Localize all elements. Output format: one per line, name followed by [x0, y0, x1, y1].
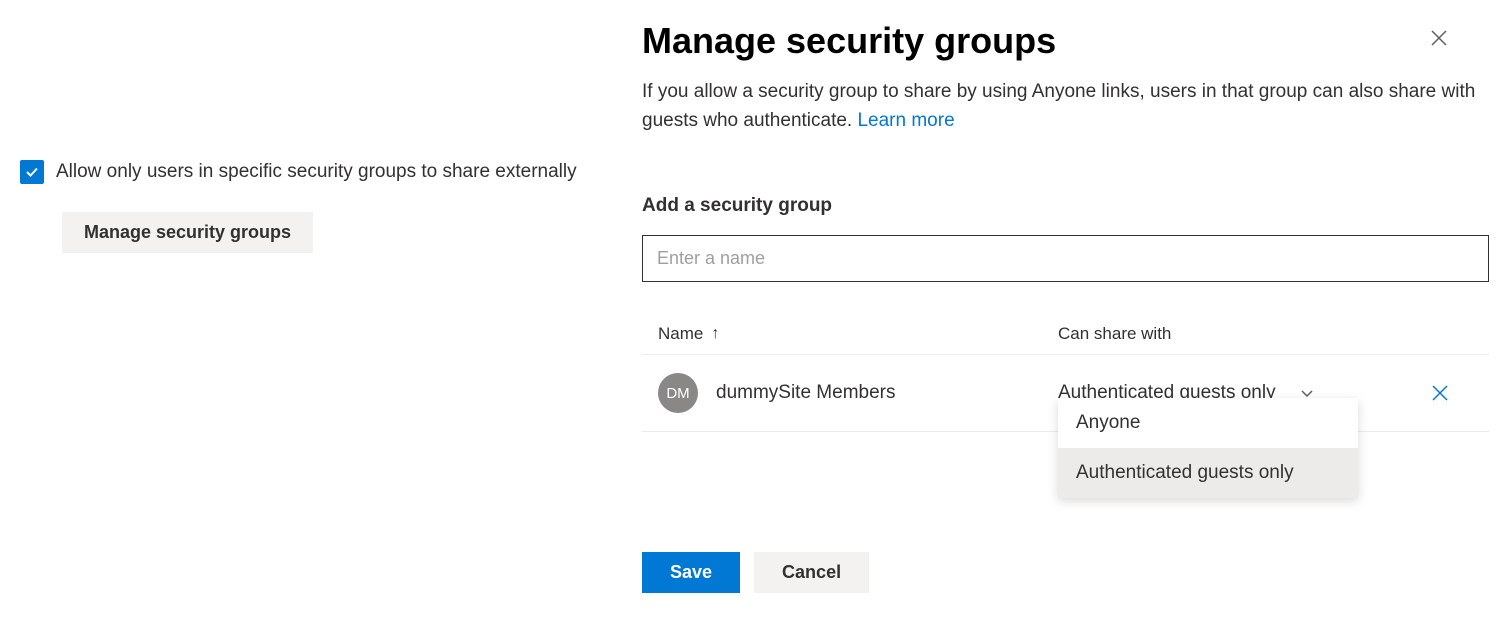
- checkmark-icon: [24, 164, 40, 180]
- dropdown-option-authenticated-guests[interactable]: Authenticated guests only: [1058, 448, 1358, 498]
- column-header-name-text: Name: [658, 324, 703, 344]
- save-button[interactable]: Save: [642, 552, 740, 593]
- sort-ascending-icon: ↑: [711, 325, 719, 343]
- allow-specific-groups-label: Allow only users in specific security gr…: [56, 161, 577, 183]
- group-name: dummySite Members: [716, 382, 1058, 404]
- panel-title: Manage security groups: [642, 20, 1056, 62]
- dropdown-option-anyone[interactable]: Anyone: [1058, 398, 1358, 448]
- cancel-button[interactable]: Cancel: [754, 552, 869, 593]
- allow-specific-groups-checkbox[interactable]: [20, 160, 44, 184]
- column-header-can-share[interactable]: Can share with: [1058, 324, 1473, 344]
- security-group-name-input[interactable]: [642, 235, 1489, 282]
- panel-description-text: If you allow a security group to share b…: [642, 81, 1475, 131]
- avatar: DM: [658, 373, 698, 413]
- panel-description: If you allow a security group to share b…: [642, 78, 1489, 135]
- dropdown-menu: Anyone Authenticated guests only: [1058, 398, 1358, 498]
- add-security-group-label: Add a security group: [642, 195, 1489, 217]
- table-row: DM dummySite Members Authenticated guest…: [642, 355, 1489, 432]
- learn-more-link[interactable]: Learn more: [857, 110, 954, 131]
- can-share-with-dropdown[interactable]: Authenticated guests only Anyone Authent…: [1058, 382, 1314, 404]
- column-header-name[interactable]: Name ↑: [658, 324, 1058, 344]
- remove-group-icon[interactable]: [1431, 384, 1449, 402]
- table-header: Name ↑ Can share with: [642, 314, 1489, 355]
- close-icon[interactable]: [1429, 28, 1449, 48]
- manage-security-groups-button[interactable]: Manage security groups: [62, 212, 313, 253]
